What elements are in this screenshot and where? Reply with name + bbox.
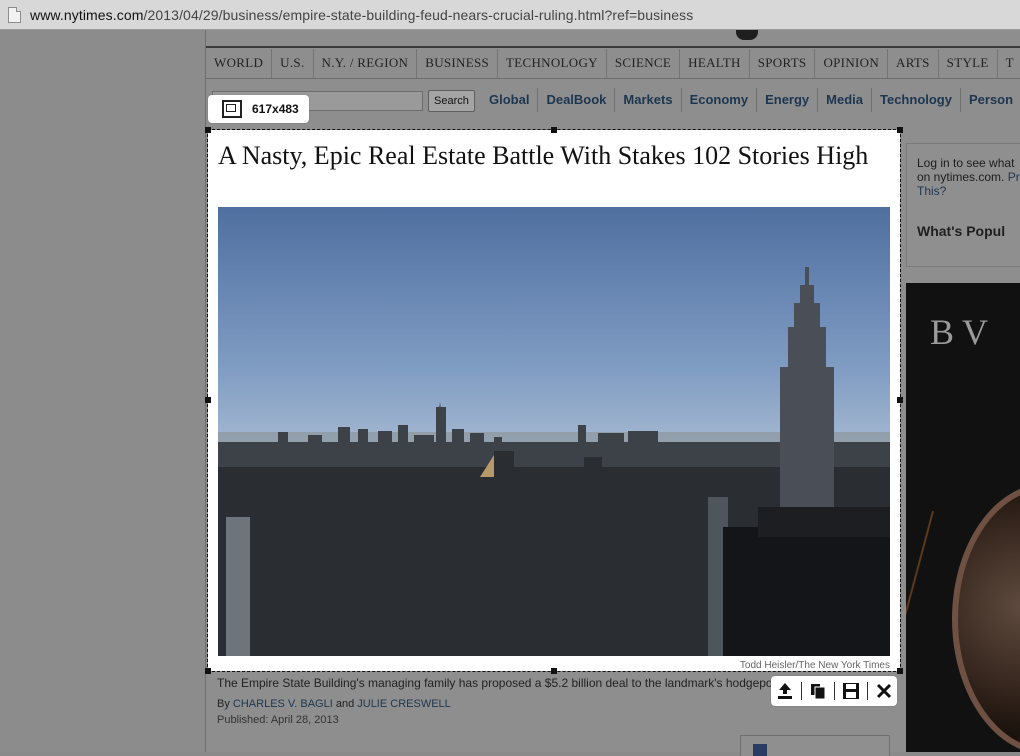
subnav-economy[interactable]: Economy — [682, 88, 758, 112]
selection-size-badge: 617x483 — [208, 95, 309, 123]
watch-advertisement[interactable]: BV — [906, 283, 1020, 752]
login-prompt: Log in to see what on nytimes.com. Pr Th… — [917, 156, 1020, 198]
subnav-global[interactable]: Global — [489, 88, 539, 112]
facebook-icon[interactable] — [753, 744, 767, 756]
share-box[interactable] — [740, 735, 890, 756]
subnav-media[interactable]: Media — [818, 88, 872, 112]
subnav-personal[interactable]: Person — [961, 88, 1020, 112]
nav-style[interactable]: STYLE — [939, 49, 998, 78]
section-nav: WORLD U.S. N.Y. / REGION BUSINESS TECHNO… — [206, 49, 1020, 79]
close-button[interactable] — [873, 680, 895, 702]
resize-handle-w[interactable] — [205, 397, 211, 403]
capture-toolbar — [771, 676, 897, 706]
toolbar-separator — [833, 682, 835, 700]
watch-image — [952, 483, 1020, 752]
nav-sports[interactable]: SPORTS — [750, 49, 816, 78]
resize-handle-n[interactable] — [551, 127, 557, 133]
copy-icon — [810, 684, 825, 700]
author-link[interactable]: JULIE CRESWELL — [357, 698, 451, 710]
photo-caption: The Empire State Building's managing fam… — [217, 676, 773, 690]
whats-popular-heading: What's Popul — [917, 223, 1006, 239]
nav-technology[interactable]: TECHNOLOGY — [498, 49, 607, 78]
author-link[interactable]: CHARLES V. BAGLI — [233, 698, 333, 710]
nav-health[interactable]: HEALTH — [680, 49, 750, 78]
ad-brand: BV — [930, 312, 997, 352]
nav-us[interactable]: U.S. — [272, 49, 314, 78]
nav-business[interactable]: BUSINESS — [417, 49, 499, 78]
selection-size: 617x483 — [252, 102, 299, 116]
save-icon — [842, 683, 859, 699]
subnav-markets[interactable]: Markets — [615, 88, 682, 112]
masthead-strip — [206, 30, 1020, 48]
skyline-illustration — [218, 267, 890, 656]
search-button[interactable]: Search — [428, 90, 475, 112]
resize-handle-s[interactable] — [551, 668, 557, 674]
upload-button[interactable] — [774, 680, 796, 702]
capture-selection[interactable]: A Nasty, Epic Real Estate Battle With St… — [207, 129, 901, 672]
nav-ny-region[interactable]: N.Y. / REGION — [314, 49, 418, 78]
nav-opinion[interactable]: OPINION — [815, 49, 889, 78]
resize-handle-e[interactable] — [897, 397, 903, 403]
nav-science[interactable]: SCIENCE — [607, 49, 681, 78]
business-subnav: Search Global DealBook Markets Economy E… — [206, 88, 1020, 112]
toolbar-separator — [800, 682, 802, 700]
publish-date: Published: April 28, 2013 — [217, 714, 339, 726]
subsection-links: Global DealBook Markets Economy Energy M… — [489, 88, 1020, 112]
resize-handle-nw[interactable] — [205, 127, 211, 133]
nav-arts[interactable]: ARTS — [888, 49, 939, 78]
photo-credit: Todd Heisler/The New York Times — [739, 660, 890, 671]
copy-button[interactable] — [807, 680, 829, 702]
article-headline: A Nasty, Epic Real Estate Battle With St… — [218, 141, 869, 170]
url-text[interactable]: www.nytimes.com/2013/04/29/business/empi… — [30, 7, 693, 23]
resize-handle-se[interactable] — [897, 668, 903, 674]
save-button[interactable] — [840, 680, 862, 702]
subnav-energy[interactable]: Energy — [757, 88, 819, 112]
article-photo — [218, 207, 890, 656]
page-icon — [8, 6, 21, 23]
crop-icon — [222, 100, 242, 118]
upload-icon — [777, 683, 792, 699]
byline: By CHARLES V. BAGLI and JULIE CRESWELL — [217, 698, 451, 710]
resize-handle-ne[interactable] — [897, 127, 903, 133]
close-icon — [876, 683, 891, 699]
login-panel: Log in to see what on nytimes.com. Pr Th… — [906, 143, 1020, 267]
nav-t[interactable]: T — [998, 49, 1020, 78]
nav-world[interactable]: WORLD — [206, 49, 273, 78]
toolbar-separator — [866, 682, 868, 700]
login-link[interactable]: Pr — [1008, 170, 1020, 184]
address-bar[interactable]: www.nytimes.com/2013/04/29/business/empi… — [0, 0, 1020, 30]
subnav-dealbook[interactable]: DealBook — [538, 88, 616, 112]
resize-handle-sw[interactable] — [205, 668, 211, 674]
subnav-technology[interactable]: Technology — [872, 88, 961, 112]
page-left-margin — [0, 30, 206, 752]
